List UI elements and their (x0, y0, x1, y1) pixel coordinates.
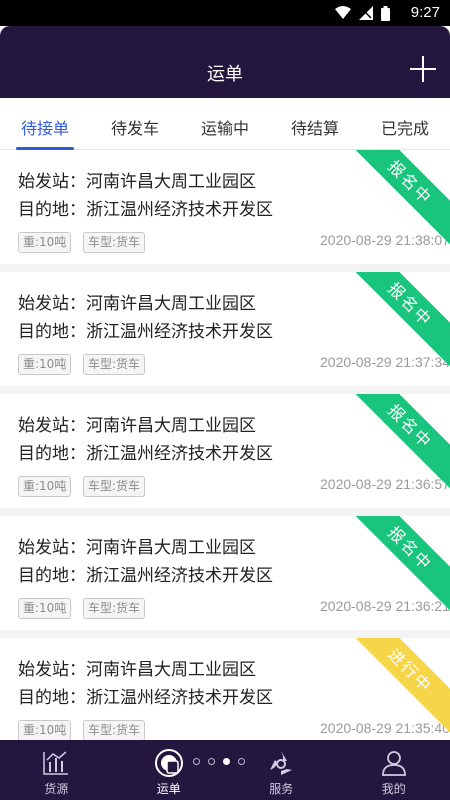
order-card[interactable]: 始发站：河南许昌大周工业园区 目的地：浙江温州经济技术开发区 重:10吨 车型:… (0, 150, 450, 272)
weight-tag: 重:10吨 (18, 354, 72, 375)
order-time: 2020-08-29 21:36:21 (320, 598, 450, 614)
destination-text: 目的地：浙江温州经济技术开发区 (18, 444, 273, 464)
order-card[interactable]: 始发站：河南许昌大周工业园区 目的地：浙江温州经济技术开发区 重:10吨 车型:… (0, 272, 450, 394)
weight-tag: 重:10吨 (18, 232, 72, 253)
bottom-nav: 货源 运单 服务 我的 (0, 740, 450, 800)
nav-item-waybill[interactable]: 运单 (113, 740, 226, 800)
nav-label: 货源 (44, 782, 69, 796)
page-dot[interactable] (238, 758, 245, 765)
nav-label: 我的 (381, 782, 406, 796)
page-indicator (193, 758, 245, 765)
order-time: 2020-08-29 21:38:07 (320, 232, 450, 248)
origin-text: 始发站：河南许昌大周工业园区 (18, 416, 256, 436)
origin-text: 始发站：河南许昌大周工业园区 (18, 294, 256, 314)
origin-text: 始发站：河南许昌大周工业园区 (18, 538, 256, 558)
origin-text: 始发站：河南许昌大周工业园区 (18, 172, 256, 192)
battery-icon (381, 5, 390, 21)
weight-tag: 重:10吨 (18, 720, 72, 740)
order-time: 2020-08-29 21:36:57 (320, 476, 450, 492)
weight-tag: 重:10吨 (18, 598, 72, 619)
order-card[interactable]: 始发站：河南许昌大周工业园区 目的地：浙江温州经济技术开发区 重:10吨 车型:… (0, 638, 450, 740)
user-icon (381, 751, 406, 776)
weight-tag: 重:10吨 (18, 476, 72, 497)
tab-in-transit[interactable]: 运输中 (180, 98, 270, 149)
page-dot[interactable] (193, 758, 200, 765)
order-card[interactable]: 始发站：河南许昌大周工业园区 目的地：浙江温州经济技术开发区 重:10吨 车型:… (0, 516, 450, 638)
page-title: 运单 (207, 64, 243, 85)
order-time: 2020-08-29 21:37:34 (320, 354, 450, 370)
destination-text: 目的地：浙江温州经济技术开发区 (18, 566, 273, 586)
tab-pending-depart[interactable]: 待发车 (90, 98, 180, 149)
order-card[interactable]: 始发站：河南许昌大周工业园区 目的地：浙江温州经济技术开发区 重:10吨 车型:… (0, 394, 450, 516)
nav-item-service[interactable]: 服务 (225, 740, 338, 800)
vehicle-tag: 车型:货车 (83, 720, 146, 740)
destination-text: 目的地：浙江温州经济技术开发区 (18, 200, 273, 220)
waybill-icon (154, 749, 183, 777)
status-time: 9:27 (410, 4, 440, 21)
status-icons (335, 5, 390, 21)
vehicle-tag: 车型:货车 (83, 476, 146, 497)
vehicle-tag: 车型:货车 (83, 354, 146, 375)
nav-label: 服务 (269, 782, 294, 796)
origin-text: 始发站：河南许昌大周工业园区 (18, 660, 256, 680)
chart-icon (43, 751, 69, 775)
vehicle-tag: 车型:货车 (83, 598, 146, 619)
tab-pending-accept[interactable]: 待接单 (0, 98, 90, 150)
destination-text: 目的地：浙江温州经济技术开发区 (18, 322, 273, 342)
order-time: 2020-08-29 21:35:40 (320, 720, 450, 736)
status-bar: 9:27 (0, 0, 450, 26)
page-dot-active[interactable] (223, 758, 230, 765)
app-header: 运单 (0, 26, 450, 98)
status-tabs: 待接单 待发车 运输中 待结算 已完成 (0, 98, 450, 150)
order-list: 始发站：河南许昌大周工业园区 目的地：浙江温州经济技术开发区 重:10吨 车型:… (0, 150, 450, 740)
tab-pending-settlement[interactable]: 待结算 (270, 98, 360, 149)
nav-label: 运单 (156, 782, 181, 796)
page-dot[interactable] (208, 758, 215, 765)
recycle-icon (270, 751, 293, 775)
destination-text: 目的地：浙江温州经济技术开发区 (18, 688, 273, 708)
vehicle-tag: 车型:货车 (83, 232, 146, 253)
nav-item-profile[interactable]: 我的 (338, 740, 450, 800)
tab-completed[interactable]: 已完成 (360, 98, 450, 149)
signal-icon (359, 6, 373, 20)
plus-icon[interactable] (410, 56, 436, 82)
nav-item-cargo[interactable]: 货源 (0, 740, 113, 800)
wifi-icon (335, 6, 351, 19)
